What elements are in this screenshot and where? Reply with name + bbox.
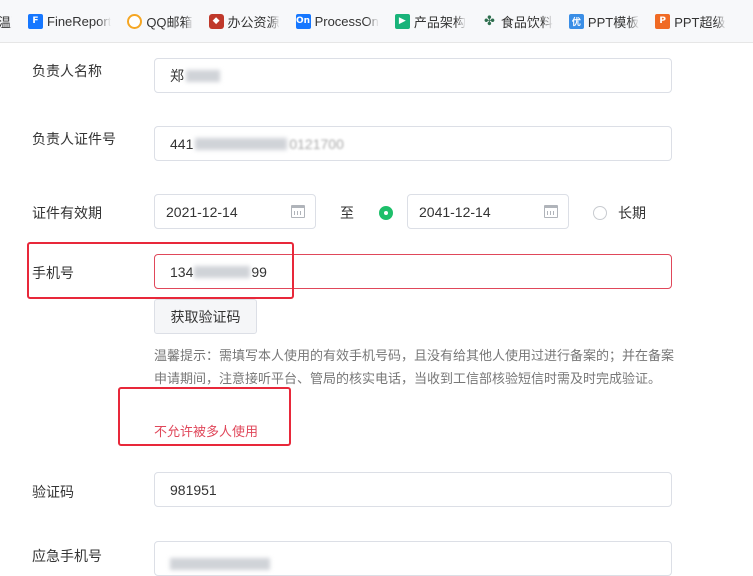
office-resource-icon: ◆: [208, 13, 224, 29]
bookmark-ppt-super[interactable]: P PPT超级: [655, 12, 726, 31]
bookmark-label: 产品架构: [413, 14, 466, 30]
validity-start-input[interactable]: 2021-12-14: [154, 194, 316, 229]
bookmark-label: 办公资源: [227, 14, 280, 30]
code-value: 981951: [170, 481, 217, 498]
long-term-radio[interactable]: [593, 206, 607, 220]
bookmark-label: 温頭: [0, 12, 12, 31]
bookmark-food[interactable]: ✤ 食品饮料: [482, 12, 553, 31]
hint-text: 温馨提示：需填写本人使用的有效手机号码，且没有给其他人使用过进行备案的；并在备案…: [154, 348, 675, 386]
redacted-mask: [186, 69, 220, 82]
validity-separator: 至: [340, 205, 354, 221]
bookmark-0[interactable]: 温頭: [0, 12, 12, 31]
processon-icon: On: [295, 13, 311, 29]
play-icon: ▶: [394, 13, 410, 29]
bookmark-label: PPT模板: [587, 14, 640, 30]
backup-mobile-label: 应急手机号: [32, 548, 102, 564]
validity-end-value: 2041-12-14: [419, 203, 491, 220]
code-input[interactable]: 981951: [154, 472, 672, 507]
redacted-mask: [195, 137, 288, 150]
get-code-button[interactable]: 获取验证码: [154, 299, 257, 334]
expiry-date-radio[interactable]: [379, 206, 393, 220]
plant-icon: ✤: [483, 13, 495, 29]
calendar-icon: [291, 204, 305, 218]
bookmark-qq-mail[interactable]: QQ邮箱: [127, 12, 193, 31]
bookmark-processon[interactable]: On ProcessOn: [295, 13, 379, 29]
long-term-label: 长期: [618, 205, 646, 221]
owner-name-value: 郑: [170, 67, 184, 84]
owner-id-label: 负责人证件号: [32, 131, 116, 147]
bookmark-label: PPT超级: [674, 14, 726, 30]
you-icon: 优: [568, 13, 584, 29]
owner-id-suffix: 0121700: [289, 135, 344, 152]
validity-start-value: 2021-12-14: [166, 203, 238, 220]
owner-name-label: 负责人名称: [32, 63, 102, 79]
bookmark-label: QQ邮箱: [146, 14, 193, 30]
validity-end-input[interactable]: 2041-12-14: [407, 194, 569, 229]
bookmark-ppt-template[interactable]: 优 PPT模板: [568, 12, 640, 31]
bookmark-label: 食品饮料: [500, 14, 553, 30]
qq-mail-icon: [127, 13, 143, 29]
owner-id-input[interactable]: 441 0121700: [154, 126, 672, 161]
backup-mobile-input[interactable]: [154, 541, 672, 576]
bookmark-finereport[interactable]: F FineReport: [28, 13, 112, 29]
bookmark-product[interactable]: ▶ 产品架构: [394, 12, 466, 31]
validity-label: 证件有效期: [32, 205, 102, 221]
redacted-mask: [170, 557, 270, 570]
owner-name-input[interactable]: 郑: [154, 58, 672, 93]
bookmarks-bar: 温頭 F FineReport QQ邮箱 ◆ 办公资源 On ProcessOn…: [0, 0, 753, 43]
annotation-box-warning: [118, 387, 291, 446]
calendar-icon: [544, 204, 558, 218]
ppt-icon: P: [655, 13, 671, 29]
bookmark-label: FineReport: [47, 13, 112, 29]
bookmark-office[interactable]: ◆ 办公资源: [208, 12, 280, 31]
annotation-box-mobile: [27, 242, 294, 299]
finereport-icon: F: [28, 13, 43, 29]
bookmark-label: ProcessOn: [314, 13, 379, 29]
code-label: 验证码: [32, 484, 74, 500]
owner-id-prefix: 441: [170, 135, 194, 152]
